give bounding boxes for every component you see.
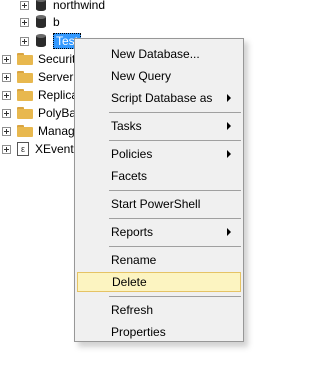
expand-icon[interactable] [2, 72, 11, 82]
expand-icon[interactable] [2, 54, 11, 64]
menu-item-new-query[interactable]: New Query [77, 66, 241, 86]
menu-item-facets[interactable]: Facets [77, 166, 241, 186]
menu-item-script-database-as[interactable]: Script Database as [77, 88, 241, 108]
expand-icon[interactable] [20, 17, 29, 27]
menu-item-reports[interactable]: Reports [77, 222, 241, 242]
folder-icon [17, 107, 33, 119]
menu-separator [109, 218, 241, 219]
submenu-arrow-icon [227, 94, 231, 102]
menu-separator [109, 140, 241, 141]
expand-icon[interactable] [2, 108, 11, 118]
menu-item-label: Reports [111, 225, 154, 239]
menu-item-label: New Database... [111, 47, 200, 61]
menu-item-label: Rename [111, 253, 157, 267]
menu-separator [109, 296, 241, 297]
menu-item-label: Delete [112, 275, 147, 289]
xevent-icon: ε [17, 142, 29, 156]
folder-icon [17, 71, 33, 83]
menu-separator [109, 190, 241, 191]
menu-item-label: Tasks [111, 119, 142, 133]
tree-node-test[interactable]: Test [20, 32, 82, 50]
database-icon [35, 34, 47, 48]
menu-item-label: Facets [111, 169, 148, 183]
submenu-arrow-icon [227, 150, 231, 158]
menu-separator [109, 112, 241, 113]
expand-icon[interactable] [20, 0, 29, 10]
menu-separator [109, 246, 241, 247]
tree-node-b[interactable]: b [20, 13, 60, 31]
tree-node-northwind[interactable]: northwind [20, 0, 105, 14]
tree-node-label: b [53, 15, 60, 29]
tree-node-label: northwind [53, 0, 106, 12]
menu-item-delete[interactable]: Delete [77, 272, 241, 292]
expand-icon[interactable] [20, 36, 29, 46]
menu-item-label: Policies [111, 147, 153, 161]
menu-item-new-database[interactable]: New Database... [77, 44, 241, 64]
menu-item-label: Refresh [111, 303, 154, 317]
menu-item-label: New Query [111, 69, 172, 83]
tree-node-security[interactable]: Security [2, 50, 81, 68]
folder-icon [17, 53, 33, 65]
database-icon [35, 15, 47, 29]
submenu-arrow-icon [227, 122, 231, 130]
folder-icon [17, 89, 33, 101]
expand-icon[interactable] [2, 144, 11, 154]
menu-item-refresh[interactable]: Refresh [77, 300, 241, 320]
menu-item-start-powershell[interactable]: Start PowerShell [77, 194, 241, 214]
menu-item-rename[interactable]: Rename [77, 250, 241, 270]
menu-item-label: Script Database as [111, 91, 213, 105]
expand-icon[interactable] [2, 126, 11, 136]
menu-item-tasks[interactable]: Tasks [77, 116, 241, 136]
menu-item-label: Start PowerShell [111, 197, 201, 211]
folder-icon [17, 125, 33, 137]
context-menu: New Database... New Query Script Databas… [74, 38, 244, 342]
menu-item-properties[interactable]: Properties [77, 322, 241, 342]
submenu-arrow-icon [227, 228, 231, 236]
menu-item-policies[interactable]: Policies [77, 144, 241, 164]
database-icon [35, 0, 47, 12]
expand-icon[interactable] [2, 90, 11, 100]
menu-item-label: Properties [111, 325, 166, 339]
